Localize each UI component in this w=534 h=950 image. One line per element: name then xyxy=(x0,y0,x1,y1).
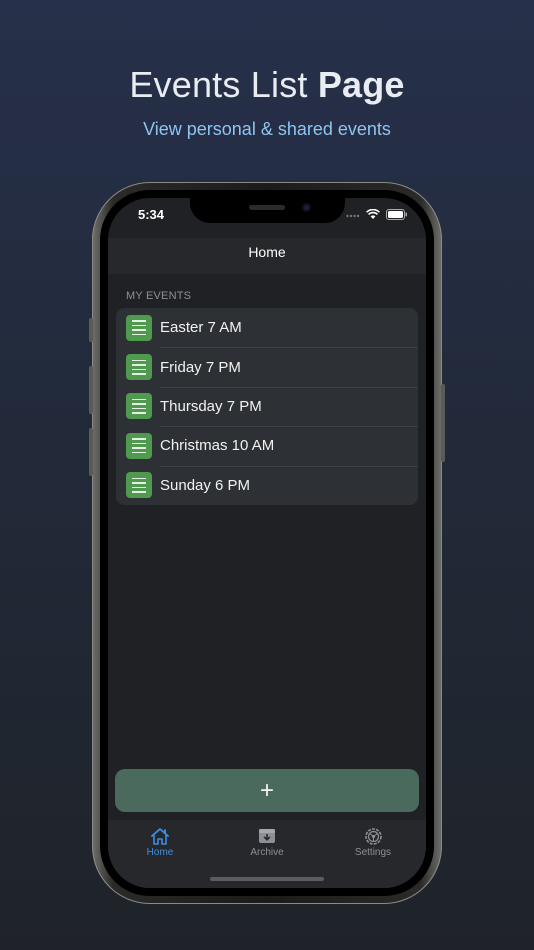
home-indicator[interactable] xyxy=(210,877,324,881)
list-icon xyxy=(126,432,152,459)
wifi-icon xyxy=(366,209,380,219)
tab-settings-label: Settings xyxy=(354,847,392,858)
event-label: Friday 7 PM xyxy=(160,358,241,376)
front-camera xyxy=(302,203,311,212)
list-icon xyxy=(126,314,152,341)
event-label: Thursday 7 PM xyxy=(160,397,262,415)
status-icons xyxy=(346,209,408,220)
event-row-christmas[interactable]: Christmas 10 AM xyxy=(116,426,418,465)
tab-home[interactable]: Home xyxy=(120,826,200,858)
navigation-bar: Home xyxy=(108,238,426,274)
camera-notch xyxy=(190,198,345,223)
list-icon xyxy=(126,354,152,381)
headline-regular: Events List xyxy=(129,64,308,105)
event-label: Easter 7 AM xyxy=(160,319,242,337)
status-time: 5:34 xyxy=(138,207,165,222)
list-icon xyxy=(126,393,152,420)
page-subtitle: View personal & shared events xyxy=(143,119,391,139)
event-row-sunday[interactable]: Sunday 6 PM xyxy=(116,465,418,505)
gear-icon xyxy=(364,827,382,845)
tab-home-label: Home xyxy=(146,847,174,858)
phone-volume-up-button xyxy=(89,366,93,414)
nav-title: Home xyxy=(248,244,286,260)
add-event-button[interactable]: + xyxy=(115,769,419,812)
archive-box-icon xyxy=(259,829,275,843)
phone-silent-switch xyxy=(89,318,93,342)
headline-bold: Page xyxy=(317,64,405,105)
page-headline: Events List Page xyxy=(0,64,534,106)
event-row-friday[interactable]: Friday 7 PM xyxy=(116,347,418,386)
phone-power-button xyxy=(441,384,445,462)
phone-volume-down-button xyxy=(89,428,93,476)
event-list: Easter 7 AM Friday 7 PM Thursday 7 PM Ch… xyxy=(116,308,418,505)
signal-dots-icon xyxy=(346,214,360,217)
battery-icon xyxy=(386,209,407,220)
event-label: Christmas 10 AM xyxy=(160,437,275,455)
event-row-easter[interactable]: Easter 7 AM xyxy=(116,308,418,347)
speaker-grille xyxy=(249,205,285,210)
event-label: Sunday 6 PM xyxy=(160,476,251,494)
tab-archive-label: Archive xyxy=(250,847,284,858)
tab-settings[interactable]: Settings xyxy=(333,826,413,858)
section-header-my-events: MY EVENTS xyxy=(126,290,192,302)
event-row-thursday[interactable]: Thursday 7 PM xyxy=(116,386,418,426)
list-icon xyxy=(126,472,152,499)
tab-archive[interactable]: Archive xyxy=(227,826,307,858)
house-icon xyxy=(151,827,169,845)
phone-screen: 5:34 Home MY EVENTS Easter 7 AM Friday 7… xyxy=(108,198,426,888)
tab-bar: Home Archive Settings xyxy=(108,820,426,888)
